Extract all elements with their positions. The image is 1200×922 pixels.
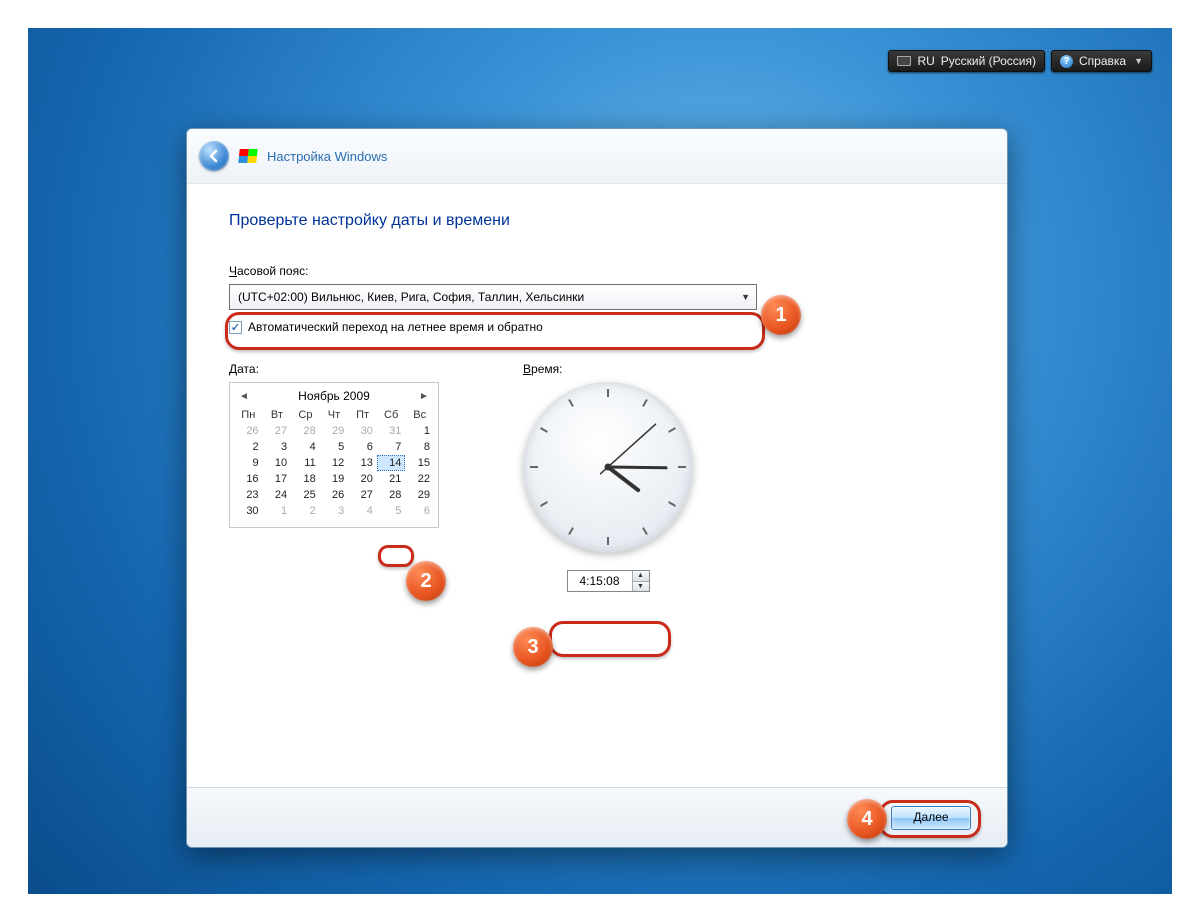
calendar-day[interactable]: 6 [348, 439, 377, 455]
setup-topbar: RU Русский (Россия) ? Справка ▼ [888, 50, 1152, 72]
calendar-day[interactable]: 23 [234, 487, 263, 503]
windows-flag-icon [238, 149, 257, 163]
calendar-next-button[interactable]: ► [416, 391, 432, 402]
time-column: Время: [523, 362, 693, 592]
calendar-day[interactable]: 2 [234, 439, 263, 455]
language-code: RU [917, 54, 934, 68]
dst-checkbox[interactable]: ✓ [229, 321, 242, 334]
calendar-day[interactable]: 12 [320, 455, 349, 471]
dst-label: Автоматический переход на летнее время и… [248, 320, 543, 334]
calendar-day[interactable]: 1 [405, 423, 434, 439]
calendar-day[interactable]: 25 [291, 487, 320, 503]
calendar-day[interactable]: 13 [348, 455, 377, 471]
calendar-day[interactable]: 3 [263, 439, 292, 455]
timezone-value: (UTC+02:00) Вильнюс, Киев, Рига, София, … [238, 290, 584, 304]
language-selector[interactable]: RU Русский (Россия) [888, 50, 1045, 72]
calendar-weekday: Пн [234, 407, 263, 423]
time-spin-down[interactable]: ▼ [633, 581, 649, 591]
calendar: ◄ Ноябрь 2009 ► ПнВтСрЧтПтСбВс2627282930… [229, 382, 439, 528]
dropdown-arrow-icon: ▼ [741, 292, 750, 302]
calendar-weekday: Вт [263, 407, 292, 423]
calendar-weekday: Чт [320, 407, 349, 423]
next-button[interactable]: Далее [891, 806, 971, 830]
window-title: Настройка Windows [267, 149, 387, 164]
calendar-day[interactable]: 27 [348, 487, 377, 503]
calendar-day[interactable]: 29 [405, 487, 434, 503]
calendar-day[interactable]: 20 [348, 471, 377, 487]
calendar-day[interactable]: 11 [291, 455, 320, 471]
calendar-day[interactable]: 30 [348, 423, 377, 439]
calendar-day[interactable]: 28 [377, 487, 406, 503]
arrow-left-icon [206, 148, 222, 164]
calendar-day[interactable]: 5 [320, 439, 349, 455]
time-label: Время: [523, 362, 562, 376]
window-footer: Далее [187, 787, 1007, 847]
calendar-month-label: Ноябрь 2009 [298, 389, 370, 403]
calendar-day[interactable]: 16 [234, 471, 263, 487]
calendar-day[interactable]: 1 [263, 503, 292, 519]
keyboard-icon [897, 56, 911, 66]
calendar-day[interactable]: 3 [320, 503, 349, 519]
language-label: Русский (Россия) [941, 54, 1036, 68]
calendar-weekday: Пт [348, 407, 377, 423]
calendar-day[interactable]: 17 [263, 471, 292, 487]
calendar-day[interactable]: 28 [291, 423, 320, 439]
calendar-weekday: Сб [377, 407, 406, 423]
calendar-day[interactable]: 14 [377, 455, 406, 471]
setup-window: Настройка Windows Проверьте настройку да… [186, 128, 1008, 848]
time-spin-up[interactable]: ▲ [633, 571, 649, 581]
chevron-down-icon: ▼ [1134, 56, 1143, 66]
date-label: Дата: [229, 362, 439, 376]
date-column: Дата: ◄ Ноябрь 2009 ► ПнВтСрЧтПтСбВс2627… [229, 362, 439, 592]
calendar-day[interactable]: 4 [291, 439, 320, 455]
calendar-day[interactable]: 8 [405, 439, 434, 455]
time-input[interactable] [568, 571, 632, 591]
calendar-day[interactable]: 15 [405, 455, 434, 471]
calendar-day[interactable]: 30 [234, 503, 263, 519]
calendar-day[interactable]: 4 [348, 503, 377, 519]
window-header: Настройка Windows [187, 129, 1007, 184]
analog-clock [523, 382, 693, 552]
calendar-day[interactable]: 18 [291, 471, 320, 487]
calendar-weekday: Вс [405, 407, 434, 423]
calendar-day[interactable]: 24 [263, 487, 292, 503]
back-button[interactable] [199, 141, 229, 171]
desktop-background: RU Русский (Россия) ? Справка ▼ Настройк… [28, 28, 1172, 894]
time-spinner: ▲ ▼ [567, 570, 650, 592]
calendar-day[interactable]: 27 [263, 423, 292, 439]
page-heading: Проверьте настройку даты и времени [229, 212, 965, 230]
timezone-label: Часовой пояс: [229, 264, 965, 278]
timezone-select[interactable]: (UTC+02:00) Вильнюс, Киев, Рига, София, … [229, 284, 757, 310]
calendar-day[interactable]: 19 [320, 471, 349, 487]
help-menu[interactable]: ? Справка ▼ [1051, 50, 1152, 72]
calendar-day[interactable]: 26 [234, 423, 263, 439]
calendar-day[interactable]: 10 [263, 455, 292, 471]
calendar-day[interactable]: 2 [291, 503, 320, 519]
calendar-day[interactable]: 29 [320, 423, 349, 439]
calendar-day[interactable]: 21 [377, 471, 406, 487]
calendar-prev-button[interactable]: ◄ [236, 391, 252, 402]
help-label: Справка [1079, 54, 1126, 68]
calendar-day[interactable]: 22 [405, 471, 434, 487]
calendar-day[interactable]: 6 [405, 503, 434, 519]
window-content: Проверьте настройку даты и времени Часов… [187, 184, 1007, 784]
calendar-day[interactable]: 5 [377, 503, 406, 519]
calendar-day[interactable]: 7 [377, 439, 406, 455]
calendar-day[interactable]: 31 [377, 423, 406, 439]
calendar-day[interactable]: 9 [234, 455, 263, 471]
calendar-weekday: Ср [291, 407, 320, 423]
calendar-day[interactable]: 26 [320, 487, 349, 503]
help-icon: ? [1060, 55, 1073, 68]
